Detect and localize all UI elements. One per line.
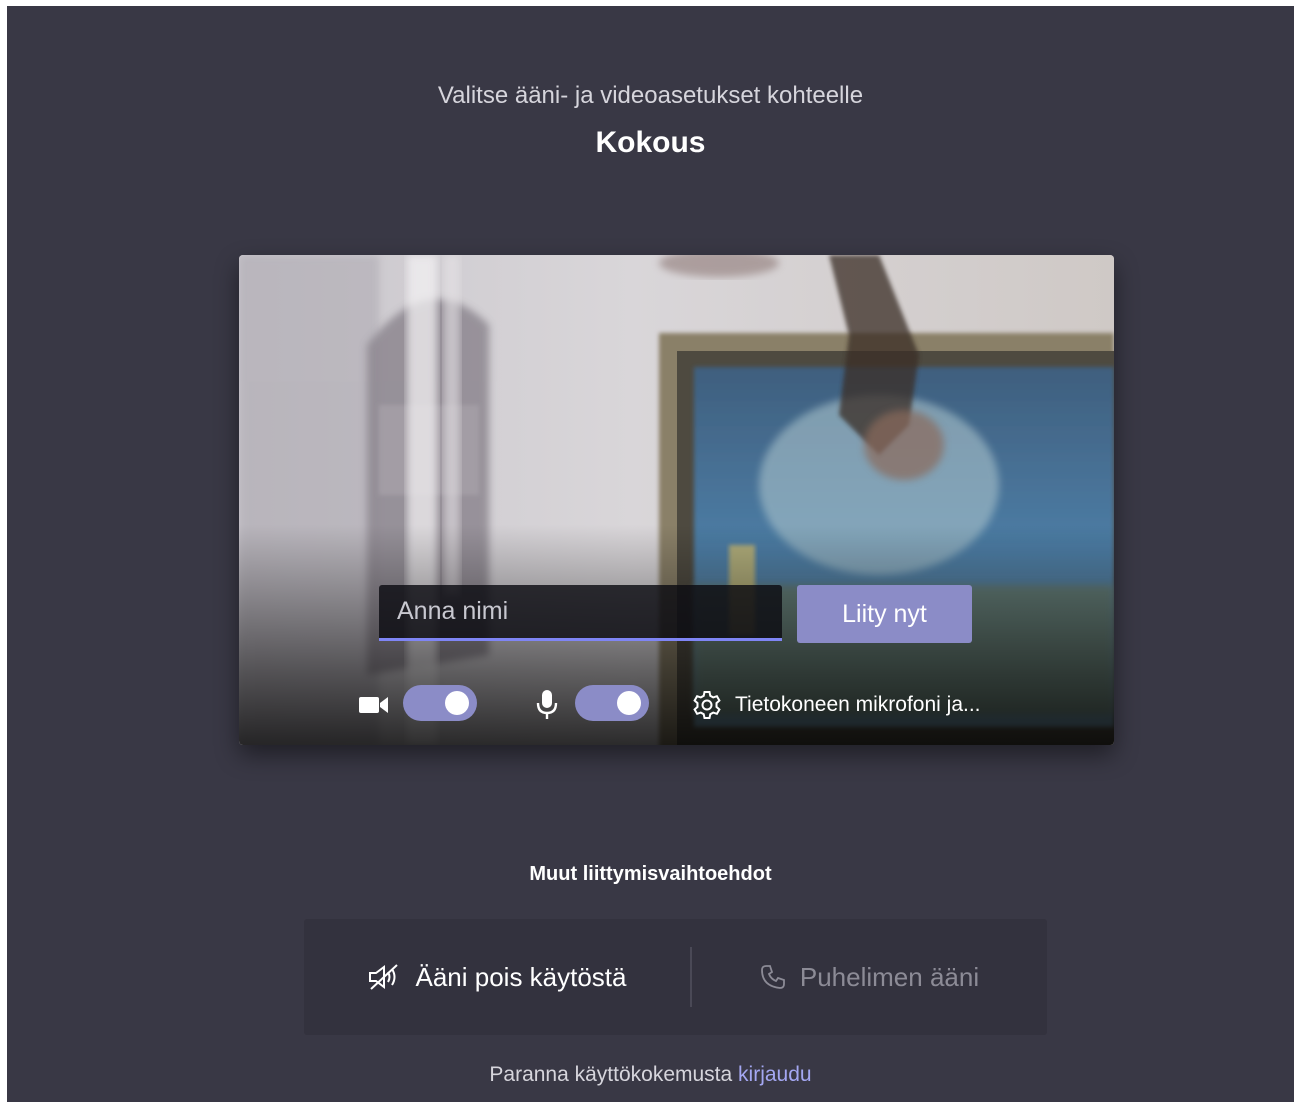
name-input[interactable] (379, 585, 782, 641)
meeting-title: Kokous (595, 126, 706, 159)
speaker-off-icon (367, 963, 401, 991)
microphone-toggle[interactable] (575, 685, 649, 721)
video-preview: Liity nyt (239, 255, 1114, 745)
gear-icon (691, 689, 723, 721)
camera-toggle-knob (445, 691, 469, 715)
other-join-options-title: Muut liittymisvaihtoehdot (529, 863, 772, 885)
camera-toggle[interactable] (403, 685, 477, 721)
other-join-options-panel: Ääni pois käytöstä Puhelimen ääni (304, 919, 1047, 1035)
audio-off-option[interactable]: Ääni pois käytöstä (304, 919, 690, 1035)
sign-in-prompt-text: Paranna käyttökokemusta (489, 1063, 733, 1086)
audio-off-label: Ääni pois käytöstä (415, 961, 627, 992)
sign-in-prompt: Paranna käyttökokemusta kirjaudu (7, 1063, 1294, 1087)
prejoin-screen: Valitse ääni- ja videoasetukset kohteell… (7, 6, 1294, 1102)
phone-audio-label: Puhelimen ääni (799, 961, 980, 992)
phone-icon (760, 964, 786, 990)
preview-gradient-overlay (239, 255, 1114, 745)
device-settings-label: Tietokoneen mikrofoni ja... (735, 693, 981, 716)
microphone-toggle-knob (617, 691, 641, 715)
device-settings-button[interactable]: Tietokoneen mikrofoni ja... (691, 683, 981, 727)
microphone-icon (529, 687, 565, 723)
prejoin-subtitle: Valitse ääni- ja videoasetukset kohteell… (437, 82, 864, 109)
phone-audio-option[interactable]: Puhelimen ääni (692, 919, 1047, 1035)
join-now-button[interactable]: Liity nyt (797, 585, 972, 643)
device-controls: Tietokoneen mikrofoni ja... (239, 683, 1114, 727)
sign-in-link[interactable]: kirjaudu (738, 1063, 812, 1086)
video-camera-icon (356, 687, 392, 723)
